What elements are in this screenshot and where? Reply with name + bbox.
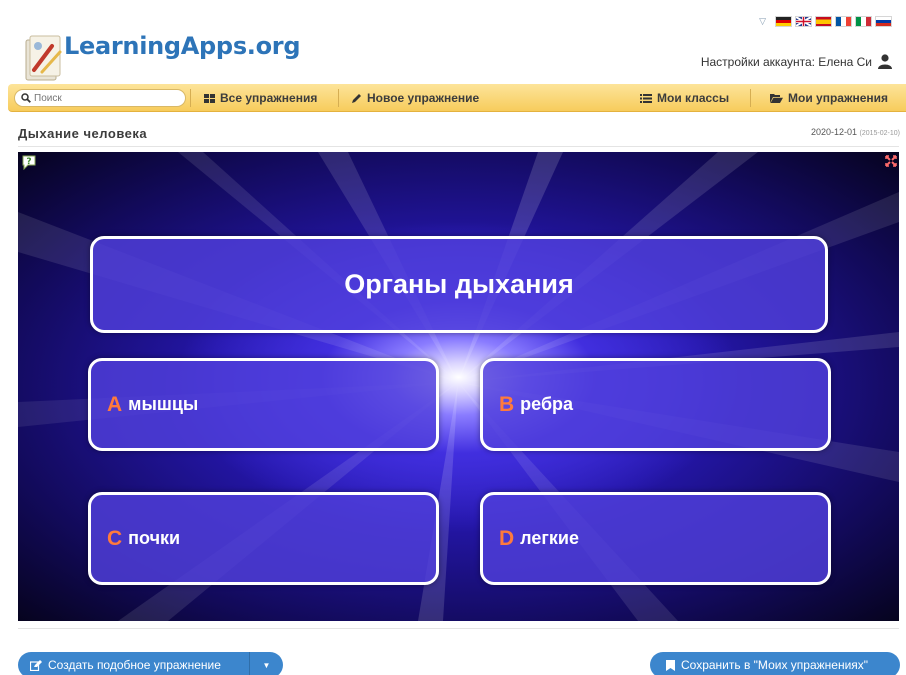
create-similar-button-group: Создать подобное упражнение ▼	[18, 652, 283, 675]
main-nav-bar: Все упражнения Новое упражнение Мои клас…	[8, 84, 906, 112]
title-divider	[18, 146, 899, 147]
save-to-my-label: Сохранить в "Моих упражнениях"	[681, 658, 869, 672]
create-similar-button[interactable]: Создать подобное упражнение	[18, 652, 250, 675]
answer-letter: C	[107, 526, 123, 550]
answer-letter: B	[499, 392, 515, 416]
answer-text: мышцы	[128, 394, 199, 414]
nav-new-exercise-label: Новое упражнение	[367, 91, 480, 105]
nav-my-classes[interactable]: Мои классы	[640, 84, 729, 112]
grid-icon	[204, 93, 215, 103]
flag-fr-icon[interactable]	[835, 16, 852, 27]
page: LearningApps.org ▽ Настройки аккаунта: Е…	[0, 0, 906, 675]
logo-book-icon	[25, 35, 62, 81]
dropdown-triangle-icon[interactable]: ▽	[759, 16, 766, 27]
exercise-title: Дыхание человека	[18, 126, 148, 141]
flag-es-icon[interactable]	[815, 16, 832, 27]
flag-de-icon[interactable]	[775, 16, 792, 27]
account-label: Настройки аккаунта: Елена Си	[700, 54, 872, 69]
bookmark-icon	[666, 659, 675, 671]
nav-divider	[750, 89, 751, 107]
answer-c[interactable]: C почки	[88, 492, 439, 585]
question-text: Органы дыхания	[344, 269, 574, 299]
flag-en-icon[interactable]	[795, 16, 812, 27]
nav-my-exercises-label: Мои упражнения	[788, 91, 889, 105]
nav-all-exercises[interactable]: Все упражнения	[204, 84, 317, 112]
search-icon	[21, 93, 31, 103]
answer-text: ребра	[520, 394, 574, 414]
answer-text: почки	[128, 528, 181, 548]
list-icon	[640, 93, 652, 103]
account-settings[interactable]: Настройки аккаунта: Елена Си	[701, 54, 892, 69]
answer-letter: D	[499, 526, 515, 550]
logo[interactable]: LearningApps.org	[20, 10, 320, 90]
flag-it-icon[interactable]	[855, 16, 872, 27]
nav-new-exercise[interactable]: Новое упражнение	[351, 84, 479, 112]
edit-square-icon	[30, 659, 42, 671]
answer-b[interactable]: B ребра	[480, 358, 831, 451]
save-to-my-exercises-button[interactable]: Сохранить в "Моих упражнениях"	[650, 652, 900, 675]
created-date: (2015-02-10)	[859, 130, 900, 137]
language-selector[interactable]: ▽	[759, 16, 892, 27]
help-icon[interactable]: ?	[21, 154, 37, 170]
svg-text:?: ?	[26, 157, 31, 167]
search-box[interactable]	[14, 89, 186, 107]
nav-all-exercises-label: Все упражнения	[220, 91, 318, 105]
logo-text: LearningApps.org	[64, 32, 301, 60]
nav-divider	[338, 89, 339, 107]
answer-a[interactable]: A мышцы	[88, 358, 439, 451]
nav-my-classes-label: Мои классы	[657, 91, 730, 105]
user-icon	[878, 54, 892, 69]
create-similar-label: Создать подобное упражнение	[48, 658, 221, 672]
nav-my-exercises[interactable]: Мои упражнения	[770, 84, 888, 112]
exercise-date: 2020-12-01 (2015-02-10)	[811, 127, 900, 137]
answer-letter: A	[107, 392, 123, 416]
exercise-stage: ? Органы дыхания A мышцы B ребра C почки…	[18, 152, 899, 621]
fullscreen-icon[interactable]	[885, 155, 897, 167]
nav-divider	[190, 89, 191, 107]
answer-text: легкие	[520, 528, 579, 548]
question-box: Органы дыхания	[90, 236, 828, 333]
folder-open-icon	[770, 94, 783, 103]
answer-d[interactable]: D легкие	[480, 492, 831, 585]
search-input[interactable]	[34, 92, 174, 104]
pencil-icon	[352, 93, 361, 103]
bottom-divider	[18, 628, 899, 629]
flag-ru-icon[interactable]	[875, 16, 892, 27]
caret-down-icon[interactable]: ▼	[250, 661, 283, 670]
modified-date: 2020-12-01	[810, 127, 858, 137]
